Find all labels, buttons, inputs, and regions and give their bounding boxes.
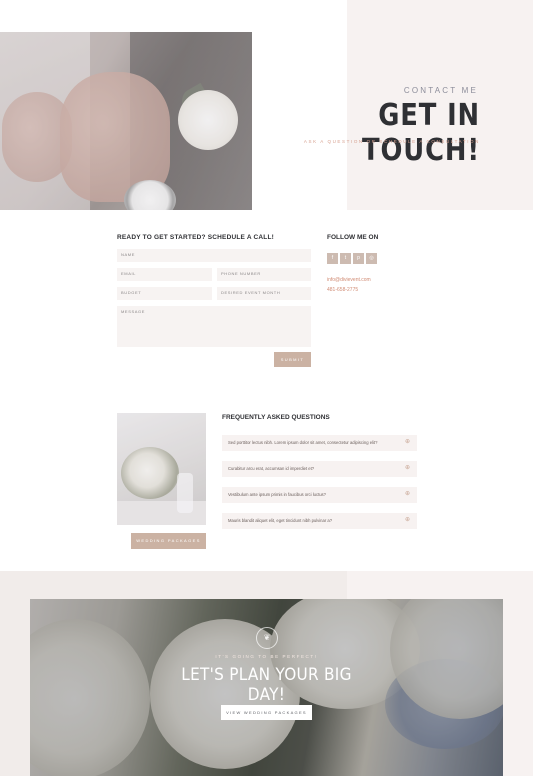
faq-question: Vestibulum ante ipsum primis in faucibus… [228, 492, 326, 497]
hero-subtitle: ASK A QUESTION OR SCHEDULE A CONSULTATIO… [303, 139, 480, 144]
form-heading: READY TO GET STARTED? SCHEDULE A CALL! [117, 234, 274, 241]
expand-icon[interactable]: ⊕ [404, 439, 411, 446]
logo-icon: ❦ [256, 627, 278, 649]
budget-field-placeholder: BUDGET [121, 290, 142, 295]
twitter-icon[interactable]: t [340, 253, 351, 264]
faq-item[interactable]: Vestibulum ante ipsum primis in faucibus… [222, 487, 417, 503]
budget-field[interactable]: BUDGET [117, 287, 212, 300]
wedding-packages-button[interactable]: WEDDING PACKAGES [131, 533, 206, 549]
page-title: GET IN TOUCH! [362, 98, 480, 168]
message-field[interactable]: MESSAGE [117, 306, 311, 347]
contact-email-link[interactable]: info@divievent.com [327, 277, 371, 283]
instagram-icon[interactable]: ◎ [366, 253, 377, 264]
contact-phone-link[interactable]: 481-658-2775 [327, 287, 358, 293]
faq-question: Sed porttitor lectus nibh. Lorem ipsum d… [228, 440, 378, 445]
cta-eyebrow: IT'S GOING TO BE PERFECT! [215, 654, 318, 659]
social-links: f t p ◎ [327, 253, 377, 264]
faq-question: Curabitur arcu erat, accumsan id imperdi… [228, 466, 315, 471]
name-field[interactable]: NAME [117, 249, 311, 262]
hero-groom-photo [0, 32, 252, 210]
faq-question: Mauris blandit aliquet elit, eget tincid… [228, 518, 333, 523]
event-month-placeholder: DESIRED EVENT MONTH [221, 290, 281, 295]
hero-section: CONTACT ME GET IN TOUCH! ASK A QUESTION … [0, 0, 533, 210]
name-field-placeholder: NAME [121, 252, 135, 257]
message-field-placeholder: MESSAGE [121, 309, 145, 314]
submit-button[interactable]: SUBMIT [274, 352, 311, 367]
email-field[interactable]: EMAIL [117, 268, 212, 281]
expand-icon[interactable]: ⊕ [404, 491, 411, 498]
expand-icon[interactable]: ⊕ [404, 517, 411, 524]
view-wedding-packages-button[interactable]: VIEW WEDDING PACKAGES [221, 705, 312, 720]
contact-eyebrow: CONTACT ME [403, 86, 478, 95]
faq-item[interactable]: Mauris blandit aliquet elit, eget tincid… [222, 513, 417, 529]
email-field-placeholder: EMAIL [121, 271, 137, 276]
expand-icon[interactable]: ⊕ [404, 465, 411, 472]
follow-heading: FOLLOW ME ON [327, 234, 379, 241]
facebook-icon[interactable]: f [327, 253, 338, 264]
event-month-field[interactable]: DESIRED EVENT MONTH [217, 287, 311, 300]
faq-item[interactable]: Sed porttitor lectus nibh. Lorem ipsum d… [222, 435, 417, 451]
phone-field[interactable]: PHONE NUMBER [217, 268, 311, 281]
cta-title: LET'S PLAN YOUR BIG DAY! [181, 665, 352, 705]
phone-field-placeholder: PHONE NUMBER [221, 271, 261, 276]
bouquet-photo [117, 413, 206, 525]
faq-heading: FREQUENTLY ASKED QUESTIONS [222, 414, 330, 421]
faq-item[interactable]: Curabitur arcu erat, accumsan id imperdi… [222, 461, 417, 477]
pinterest-icon[interactable]: p [353, 253, 364, 264]
